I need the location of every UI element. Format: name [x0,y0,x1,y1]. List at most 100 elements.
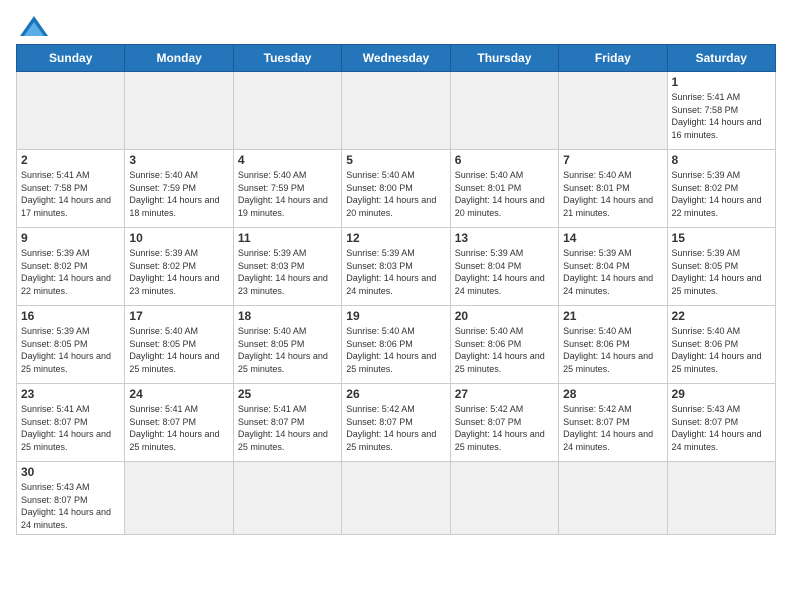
day-number: 21 [563,309,662,323]
logo-icon [20,16,48,36]
calendar-cell: 21 Sunrise: 5:40 AM Sunset: 8:06 PM Dayli… [559,306,667,384]
day-info: Sunrise: 5:40 AM Sunset: 8:05 PM Dayligh… [129,325,228,375]
calendar-cell: 20 Sunrise: 5:40 AM Sunset: 8:06 PM Dayli… [450,306,558,384]
calendar-header-saturday: Saturday [667,45,775,72]
day-number: 6 [455,153,554,167]
calendar-cell: 10 Sunrise: 5:39 AM Sunset: 8:02 PM Dayli… [125,228,233,306]
day-number: 20 [455,309,554,323]
day-number: 23 [21,387,120,401]
calendar-cell: 25 Sunrise: 5:41 AM Sunset: 8:07 PM Dayli… [233,384,341,462]
day-info: Sunrise: 5:42 AM Sunset: 8:07 PM Dayligh… [455,403,554,453]
calendar-cell: 14 Sunrise: 5:39 AM Sunset: 8:04 PM Dayli… [559,228,667,306]
calendar-cell [559,72,667,150]
day-info: Sunrise: 5:42 AM Sunset: 8:07 PM Dayligh… [563,403,662,453]
day-number: 10 [129,231,228,245]
calendar-cell: 4 Sunrise: 5:40 AM Sunset: 7:59 PM Daylig… [233,150,341,228]
calendar-cell [667,462,775,535]
calendar-cell: 18 Sunrise: 5:40 AM Sunset: 8:05 PM Dayli… [233,306,341,384]
calendar-cell: 3Sunrise: 5:40 AM Sunset: 7:59 PM Daylig… [125,150,233,228]
header [16,16,776,36]
day-info: Sunrise: 5:43 AM Sunset: 8:07 PM Dayligh… [672,403,771,453]
day-number: 17 [129,309,228,323]
calendar-header-wednesday: Wednesday [342,45,450,72]
calendar-cell: 11 Sunrise: 5:39 AM Sunset: 8:03 PM Dayli… [233,228,341,306]
day-info: Sunrise: 5:43 AM Sunset: 8:07 PM Dayligh… [21,481,120,531]
calendar-cell: 17 Sunrise: 5:40 AM Sunset: 8:05 PM Dayli… [125,306,233,384]
day-info: Sunrise: 5:40 AM Sunset: 8:06 PM Dayligh… [563,325,662,375]
calendar-cell [450,462,558,535]
day-info: Sunrise: 5:40 AM Sunset: 7:59 PM Dayligh… [129,169,228,219]
day-info: Sunrise: 5:39 AM Sunset: 8:05 PM Dayligh… [672,247,771,297]
day-number: 18 [238,309,337,323]
day-number: 9 [21,231,120,245]
day-number: 12 [346,231,445,245]
calendar-header-friday: Friday [559,45,667,72]
calendar-cell: 29Sunrise: 5:43 AM Sunset: 8:07 PM Dayli… [667,384,775,462]
day-info: Sunrise: 5:41 AM Sunset: 8:07 PM Dayligh… [238,403,337,453]
day-info: Sunrise: 5:39 AM Sunset: 8:02 PM Dayligh… [129,247,228,297]
day-info: Sunrise: 5:39 AM Sunset: 8:02 PM Dayligh… [672,169,771,219]
calendar-cell: 12 Sunrise: 5:39 AM Sunset: 8:03 PM Dayli… [342,228,450,306]
calendar-cell: 28Sunrise: 5:42 AM Sunset: 8:07 PM Dayli… [559,384,667,462]
day-number: 1 [672,75,771,89]
day-info: Sunrise: 5:39 AM Sunset: 8:03 PM Dayligh… [346,247,445,297]
page: SundayMondayTuesdayWednesdayThursdayFrid… [0,0,792,612]
day-info: Sunrise: 5:40 AM Sunset: 7:59 PM Dayligh… [238,169,337,219]
day-info: Sunrise: 5:40 AM Sunset: 8:00 PM Dayligh… [346,169,445,219]
calendar-cell: 30 Sunrise: 5:43 AM Sunset: 8:07 PM Dayli… [17,462,125,535]
day-number: 24 [129,387,228,401]
calendar-header-monday: Monday [125,45,233,72]
day-number: 15 [672,231,771,245]
day-info: Sunrise: 5:40 AM Sunset: 8:06 PM Dayligh… [455,325,554,375]
calendar-cell [559,462,667,535]
calendar-table: SundayMondayTuesdayWednesdayThursdayFrid… [16,44,776,535]
calendar-week-row: 30 Sunrise: 5:43 AM Sunset: 8:07 PM Dayli… [17,462,776,535]
day-number: 8 [672,153,771,167]
day-number: 2 [21,153,120,167]
day-number: 4 [238,153,337,167]
calendar-cell: 24 Sunrise: 5:41 AM Sunset: 8:07 PM Dayli… [125,384,233,462]
calendar-cell: 2 Sunrise: 5:41 AM Sunset: 7:58 PM Daylig… [17,150,125,228]
calendar-cell: 15 Sunrise: 5:39 AM Sunset: 8:05 PM Dayli… [667,228,775,306]
calendar-cell: 22 Sunrise: 5:40 AM Sunset: 8:06 PM Dayli… [667,306,775,384]
calendar-header-sunday: Sunday [17,45,125,72]
calendar-cell [233,462,341,535]
day-number: 27 [455,387,554,401]
calendar-header-row: SundayMondayTuesdayWednesdayThursdayFrid… [17,45,776,72]
day-info: Sunrise: 5:40 AM Sunset: 8:06 PM Dayligh… [672,325,771,375]
day-number: 11 [238,231,337,245]
day-info: Sunrise: 5:40 AM Sunset: 8:01 PM Dayligh… [455,169,554,219]
day-info: Sunrise: 5:41 AM Sunset: 7:58 PM Dayligh… [672,91,771,141]
day-info: Sunrise: 5:40 AM Sunset: 8:06 PM Dayligh… [346,325,445,375]
day-number: 13 [455,231,554,245]
day-info: Sunrise: 5:40 AM Sunset: 8:01 PM Dayligh… [563,169,662,219]
day-number: 25 [238,387,337,401]
day-number: 14 [563,231,662,245]
calendar-cell: 6 Sunrise: 5:40 AM Sunset: 8:01 PM Daylig… [450,150,558,228]
calendar-cell: 5Sunrise: 5:40 AM Sunset: 8:00 PM Daylig… [342,150,450,228]
day-number: 30 [21,465,120,479]
day-info: Sunrise: 5:39 AM Sunset: 8:03 PM Dayligh… [238,247,337,297]
calendar-cell: 1 Sunrise: 5:41 AM Sunset: 7:58 PM Daylig… [667,72,775,150]
calendar-cell [17,72,125,150]
day-info: Sunrise: 5:40 AM Sunset: 8:05 PM Dayligh… [238,325,337,375]
day-number: 16 [21,309,120,323]
day-info: Sunrise: 5:41 AM Sunset: 8:07 PM Dayligh… [21,403,120,453]
day-number: 22 [672,309,771,323]
calendar-cell: 27 Sunrise: 5:42 AM Sunset: 8:07 PM Dayli… [450,384,558,462]
calendar-header-tuesday: Tuesday [233,45,341,72]
logo [16,16,48,36]
calendar-week-row: 2 Sunrise: 5:41 AM Sunset: 7:58 PM Daylig… [17,150,776,228]
day-number: 7 [563,153,662,167]
day-info: Sunrise: 5:39 AM Sunset: 8:04 PM Dayligh… [563,247,662,297]
day-info: Sunrise: 5:41 AM Sunset: 8:07 PM Dayligh… [129,403,228,453]
day-number: 19 [346,309,445,323]
calendar-cell [342,462,450,535]
calendar-cell [125,462,233,535]
calendar-cell: 9Sunrise: 5:39 AM Sunset: 8:02 PM Daylig… [17,228,125,306]
day-info: Sunrise: 5:41 AM Sunset: 7:58 PM Dayligh… [21,169,120,219]
calendar-cell [125,72,233,150]
calendar-week-row: 16Sunrise: 5:39 AM Sunset: 8:05 PM Dayli… [17,306,776,384]
calendar-header-thursday: Thursday [450,45,558,72]
calendar-cell: 7 Sunrise: 5:40 AM Sunset: 8:01 PM Daylig… [559,150,667,228]
